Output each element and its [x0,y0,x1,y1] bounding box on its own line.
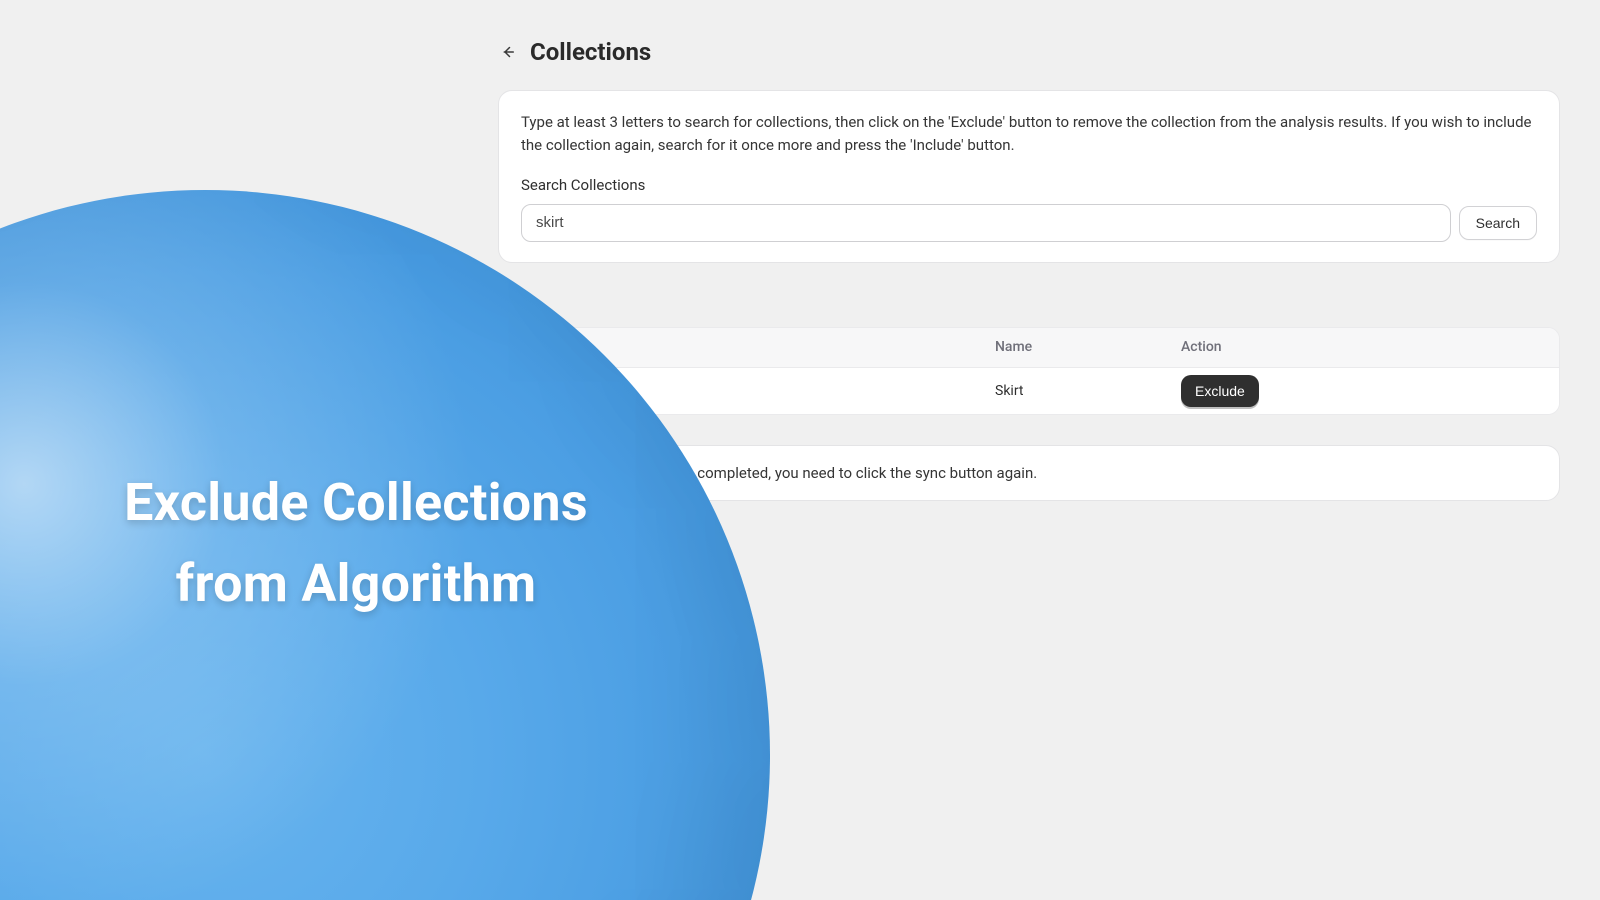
col-header-action: Action [1181,339,1559,355]
cell-action: Exclude [1181,375,1559,407]
page-title: Collections [530,38,651,66]
search-row: Search [521,204,1537,242]
search-card: Type at least 3 letters to search for co… [498,90,1560,263]
page-header: Collections [498,38,1560,66]
results-section-title: ries [498,289,1560,309]
table-header: Name Action [499,328,1559,368]
table-row: Skirt Exclude [499,368,1559,414]
promo-line-2: from Algorithm [86,553,626,614]
back-arrow-icon[interactable] [498,42,518,62]
results-table: Name Action Skirt Exclude [498,327,1560,415]
search-button[interactable]: Search [1459,206,1537,240]
exclude-button[interactable]: Exclude [1181,375,1259,407]
cell-name: Skirt [995,383,1181,399]
search-label: Search Collections [521,176,1537,194]
helper-text: Type at least 3 letters to search for co… [521,111,1537,158]
promo-line-1: Exclude Collections [86,472,626,533]
promo-text: Exclude Collections from Algorithm [86,472,626,615]
col-header-name: Name [995,339,1181,355]
search-input[interactable] [521,204,1451,242]
